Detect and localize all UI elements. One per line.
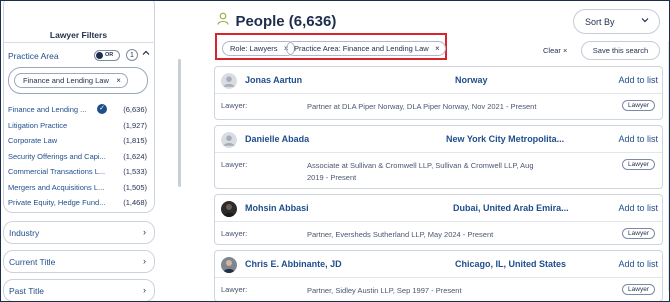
clear-label: Clear [543, 46, 561, 55]
app-window: Lawyer Filters Practice Area OR 1 Financ… [0, 0, 670, 302]
section-label: Current Title [9, 257, 56, 267]
lawyer-badge: Lawyer [622, 159, 655, 170]
person-location: Chicago, IL, United States [455, 259, 567, 269]
filter-section-industry[interactable]: Industry › [3, 221, 155, 244]
add-to-list-button[interactable]: Add to list [618, 75, 658, 85]
sidebar-scrollbar[interactable] [178, 59, 181, 187]
position-description: Partner at DLA Piper Norway, DLA Piper N… [307, 102, 537, 111]
close-icon: × [563, 46, 568, 55]
filter-chip-role[interactable]: Role: Lawyers × [222, 41, 295, 56]
check-icon: ✓ [97, 104, 107, 114]
page-header: People (6,636) [217, 12, 336, 30]
filters-sidebar: Lawyer Filters Practice Area OR 1 Financ… [1, 1, 161, 301]
or-toggle[interactable]: OR [94, 50, 120, 61]
close-icon[interactable]: × [116, 74, 121, 88]
avatar-placeholder-icon [221, 73, 237, 89]
facet-count: (1,505) [123, 182, 147, 192]
facet-count: (1,624) [123, 151, 147, 161]
practice-area-facet-list: Finance and Lending ... ✓ (6,636) Litiga… [8, 103, 148, 212]
facet-label: Finance and Lending ... [8, 105, 87, 114]
close-icon[interactable]: × [435, 42, 440, 55]
person-location: New York City Metropolita... [446, 134, 565, 144]
chip-label: Practice Area: Finance and Lending Law [294, 44, 429, 53]
chevron-down-icon [641, 16, 649, 26]
sort-by-dropdown[interactable]: Sort By [573, 9, 660, 34]
section-label: Past Title [9, 286, 44, 296]
facet-count: (1,815) [123, 136, 147, 145]
person-location: Norway [455, 75, 488, 85]
facet-count: (1,533) [123, 167, 147, 176]
section-label: Industry [9, 228, 40, 238]
facet-count: (1,468) [123, 198, 147, 207]
position-description: Associate at Sullivan & Cromwell LLP, Su… [307, 161, 534, 182]
add-to-list-button[interactable]: Add to list [618, 134, 658, 144]
avatar-photo [221, 201, 237, 217]
sort-label: Sort By [585, 17, 615, 27]
facet-label: Security Offerings and Capi... [8, 151, 106, 161]
person-name-link[interactable]: Jonas Aartun [245, 75, 302, 85]
toggle-text: OR [105, 52, 114, 58]
chevron-up-icon[interactable] [142, 49, 150, 59]
filter-section-past-title[interactable]: Past Title › [3, 279, 155, 301]
add-to-list-button[interactable]: Add to list [618, 203, 658, 213]
facet-label: Mergers and Acquisitions L... [8, 182, 105, 192]
selected-practice-area-chip[interactable]: Finance and Lending Law × [14, 73, 128, 88]
facet-item[interactable]: Corporate Law (1,815) [8, 134, 148, 150]
facet-label: Litigation Practice [8, 120, 68, 130]
result-card: Jonas Aartun Norway Add to list Lawyer: … [214, 66, 663, 120]
role-label: Lawyer: [221, 229, 248, 238]
page-title: People (6,636) [235, 12, 337, 30]
facet-label: Private Equity, Hedge Fund... [8, 198, 106, 207]
lawyer-badge: Lawyer [622, 284, 655, 295]
facet-item[interactable]: Private Equity, Hedge Fund... (1,468) [8, 196, 148, 212]
person-location: Dubai, United Arab Emira... [453, 203, 569, 213]
result-card: Danielle Abada New York City Metropolita… [214, 125, 663, 189]
facet-label: Corporate Law [8, 136, 58, 145]
chevron-right-icon: › [143, 285, 146, 295]
facet-item[interactable]: Security Offerings and Capi... (1,624) [8, 150, 148, 166]
clear-filters-button[interactable]: Clear × [543, 46, 567, 55]
facet-count: (6,636) [123, 105, 147, 114]
results-panel: People (6,636) Sort By Role: Lawyers × P… [209, 1, 669, 301]
practice-area-search-input[interactable]: Finance and Lending Law × [8, 67, 148, 94]
save-search-button[interactable]: Save this search [581, 41, 660, 60]
filter-chip-practice-area[interactable]: Practice Area: Finance and Lending Law × [286, 41, 446, 56]
person-name-link[interactable]: Chris E. Abbinante, JD [245, 259, 342, 269]
facet-count: (1,927) [123, 120, 147, 130]
role-label: Lawyer: [221, 160, 248, 169]
facet-label: Commercial Transactions L... [8, 167, 106, 176]
divider [3, 42, 155, 43]
avatar-photo [221, 257, 237, 273]
lawyer-badge: Lawyer [622, 228, 655, 239]
position-description: Partner, Sidley Austin LLP, Sep 1997 - P… [307, 286, 462, 295]
role-label: Lawyer: [221, 101, 248, 110]
chevron-right-icon: › [143, 227, 146, 237]
facet-item[interactable]: Litigation Practice (1,927) [8, 119, 148, 135]
filters-title: Lawyer Filters [49, 30, 108, 40]
lawyer-badge: Lawyer [622, 100, 655, 111]
practice-area-label[interactable]: Practice Area [8, 51, 59, 61]
facet-item[interactable]: Commercial Transactions L... (1,533) [8, 165, 148, 181]
facet-item[interactable]: Mergers and Acquisitions L... (1,505) [8, 181, 148, 197]
filter-section-current-title[interactable]: Current Title › [3, 250, 155, 273]
selected-count-badge: 1 [126, 49, 138, 61]
person-name-link[interactable]: Danielle Abada [245, 134, 309, 144]
person-name-link[interactable]: Mohsin Abbasi [245, 203, 309, 213]
chip-label: Finance and Lending Law [23, 76, 109, 85]
toggle-knob [96, 52, 103, 59]
chevron-right-icon: › [143, 256, 146, 266]
position-description: Partner, Eversheds Sutherland LLP, May 2… [307, 230, 494, 239]
chip-label: Role: Lawyers [230, 44, 278, 53]
add-to-list-button[interactable]: Add to list [618, 259, 658, 269]
person-icon [217, 12, 229, 30]
result-card: Mohsin Abbasi Dubai, United Arab Emira..… [214, 194, 663, 245]
result-card: Chris E. Abbinante, JD Chicago, IL, Unit… [214, 250, 663, 301]
facet-item[interactable]: Finance and Lending ... ✓ (6,636) [8, 103, 148, 119]
role-label: Lawyer: [221, 285, 248, 294]
avatar-placeholder-icon [221, 132, 237, 148]
